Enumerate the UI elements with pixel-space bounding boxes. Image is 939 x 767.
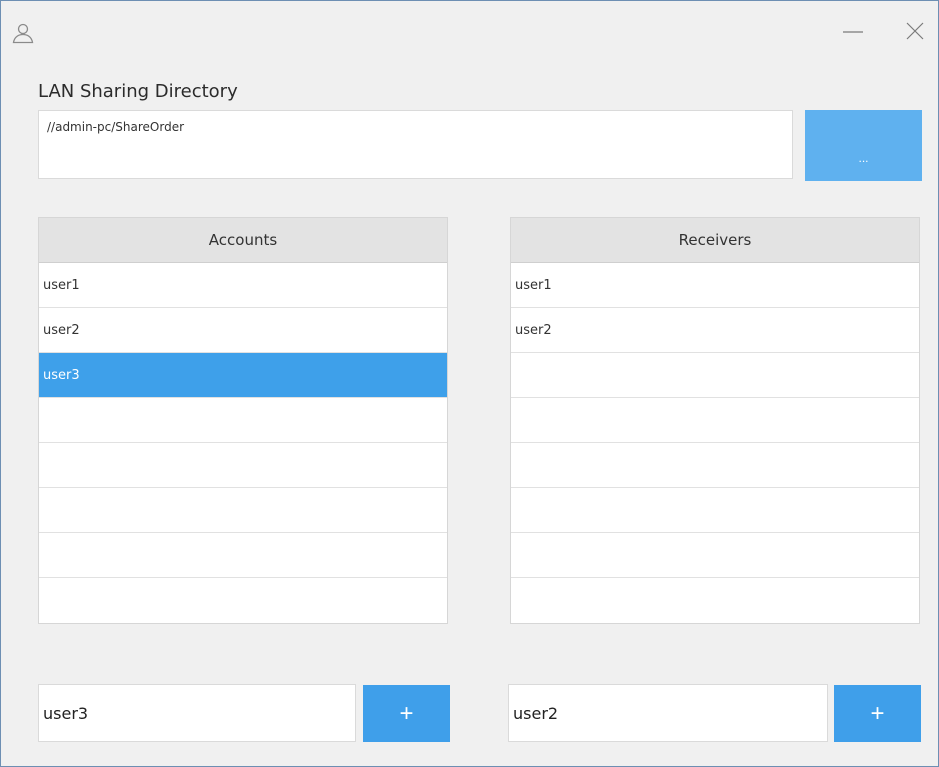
receivers-header[interactable]: Receivers <box>511 218 919 263</box>
accounts-row[interactable]: user1 <box>39 263 447 308</box>
browse-button[interactable]: ... <box>805 110 922 181</box>
receivers-row[interactable] <box>511 488 919 533</box>
app-window: LAN Sharing Directory //admin-pc/ShareOr… <box>0 0 939 767</box>
receivers-row[interactable] <box>511 578 919 623</box>
add-receiver-button[interactable]: + <box>834 685 921 742</box>
user-icon <box>11 21 35 45</box>
accounts-row-selected[interactable]: user3 <box>39 353 447 398</box>
plus-icon: + <box>399 699 414 727</box>
accounts-row[interactable] <box>39 533 447 578</box>
accounts-row[interactable] <box>39 398 447 443</box>
accounts-row[interactable] <box>39 488 447 533</box>
accounts-row[interactable] <box>39 443 447 488</box>
receivers-row[interactable] <box>511 443 919 488</box>
receivers-row[interactable] <box>511 398 919 443</box>
minimize-icon <box>841 19 865 47</box>
title-bar <box>1 1 938 69</box>
receivers-row[interactable]: user1 <box>511 263 919 308</box>
minimize-button[interactable] <box>839 19 867 47</box>
account-input[interactable] <box>38 684 356 742</box>
accounts-list: Accounts user1 user2 user3 <box>38 217 448 624</box>
receivers-row[interactable]: user2 <box>511 308 919 353</box>
add-account-button[interactable]: + <box>363 685 450 742</box>
directory-field[interactable]: //admin-pc/ShareOrder <box>38 110 793 179</box>
close-icon <box>904 20 926 46</box>
accounts-row[interactable] <box>39 578 447 623</box>
receiver-input[interactable] <box>508 684 828 742</box>
plus-icon: + <box>870 699 885 727</box>
receivers-list: Receivers user1 user2 <box>510 217 920 624</box>
accounts-header[interactable]: Accounts <box>39 218 447 263</box>
accounts-row[interactable]: user2 <box>39 308 447 353</box>
receivers-row[interactable] <box>511 353 919 398</box>
receivers-row[interactable] <box>511 533 919 578</box>
close-button[interactable] <box>901 19 929 47</box>
directory-label: LAN Sharing Directory <box>38 81 238 102</box>
